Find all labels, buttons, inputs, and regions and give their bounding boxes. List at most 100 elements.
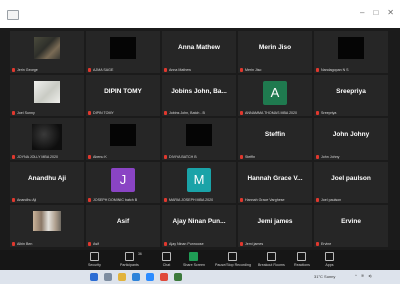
chrome-icon[interactable] bbox=[160, 273, 168, 281]
participant-label-text: Jerin George bbox=[17, 67, 38, 72]
participant-tile[interactable]: John Johny John Johny bbox=[314, 118, 388, 160]
participant-name-label: Ajay Ninan Punnoose bbox=[164, 241, 204, 246]
participant-label-text: DIVIYA BATCH B bbox=[169, 154, 197, 159]
windows-taskbar: 31°C Sunny ^ ≋ ◂) bbox=[0, 270, 400, 284]
muted-mic-icon bbox=[12, 111, 15, 116]
file-explorer-icon[interactable] bbox=[118, 273, 126, 281]
participant-tile[interactable]: Ajay Ninan Pun... Ajay Ninan Punnoose bbox=[162, 205, 236, 247]
participant-display-name: Ajay Ninan Pun... bbox=[172, 218, 226, 226]
apps-button[interactable]: Apps bbox=[325, 252, 334, 267]
participant-tile[interactable]: Joel paulson Joel paulson bbox=[314, 161, 388, 204]
participant-tile[interactable]: Hannah Grace V... Hannah Grace Varghese bbox=[238, 161, 312, 204]
excel-icon[interactable] bbox=[174, 273, 182, 281]
participants-button[interactable]: Participants bbox=[120, 252, 139, 267]
participant-tile[interactable]: Anna Mathew Anna Mathew bbox=[162, 31, 236, 73]
pause-recording-button[interactable]: Pause/Stop Recording bbox=[215, 252, 251, 267]
minimize-icon[interactable]: – bbox=[360, 8, 364, 18]
participant-tile[interactable]: JOYNA JOLLY MBA 2020 bbox=[10, 118, 84, 160]
participant-tile[interactable]: AJMA SAGE bbox=[86, 31, 160, 73]
meeting-toolbar: Security Participants 36 Chat Share Scre… bbox=[0, 250, 400, 270]
participant-tile[interactable]: DIVIYA BATCH B bbox=[162, 118, 236, 160]
participant-name-label: JOYNA JOLLY MBA 2020 bbox=[12, 154, 58, 159]
participant-grid: Jerin George AJMA SAGE Anna Mathew Anna Mat… bbox=[10, 31, 388, 247]
participant-video bbox=[32, 124, 62, 151]
apps-label: Apps bbox=[325, 263, 334, 267]
participant-video bbox=[34, 80, 60, 103]
muted-mic-icon bbox=[164, 198, 167, 203]
participant-tile[interactable]: J JOSEPH DOMINIC batch B bbox=[86, 161, 160, 204]
participant-display-name: Ervine bbox=[341, 218, 361, 226]
participant-tile[interactable]: Albin Ben bbox=[10, 205, 84, 247]
muted-mic-icon bbox=[88, 154, 91, 159]
share-screen-label: Share Screen bbox=[183, 263, 205, 267]
participant-tile[interactable]: Anandhu Aji Anandhu Aji bbox=[10, 161, 84, 204]
share-screen-button[interactable]: Share Screen bbox=[183, 252, 205, 267]
muted-mic-icon bbox=[164, 154, 167, 159]
participant-tile[interactable]: Steffin Steffin bbox=[238, 118, 312, 160]
edge-browser-icon[interactable] bbox=[132, 273, 140, 281]
participant-display-name: Hannah Grace V... bbox=[247, 174, 303, 182]
view-options-icon[interactable] bbox=[7, 10, 19, 20]
muted-mic-icon bbox=[316, 111, 319, 116]
participant-tile[interactable]: Ervine Ervine bbox=[314, 205, 388, 247]
taskbar-app-icons bbox=[90, 273, 182, 281]
participant-name-label: Asif bbox=[88, 241, 99, 246]
participant-display-name: DIPIN TOMY bbox=[104, 87, 142, 95]
participant-display-name: Merin Jiso bbox=[258, 44, 292, 51]
participant-video bbox=[186, 124, 212, 147]
participant-label-text: Nandagopan N S bbox=[321, 67, 349, 72]
participant-tile[interactable]: Abenu K bbox=[86, 118, 160, 160]
muted-mic-icon bbox=[12, 241, 15, 246]
participant-tile[interactable]: Nandagopan N S bbox=[314, 31, 388, 73]
participant-tile[interactable]: M MARIA JOSEPH MBA 2020 bbox=[162, 161, 236, 204]
participant-display-name: Anna Mathew bbox=[178, 44, 220, 51]
participant-label-text: Jemi james bbox=[245, 241, 264, 246]
muted-mic-icon bbox=[316, 67, 319, 72]
participant-label-text: MARIA JOSEPH MBA 2020 bbox=[169, 198, 214, 203]
weather-widget[interactable]: 31°C Sunny bbox=[314, 274, 335, 279]
chevron-up-icon[interactable]: ^ bbox=[355, 273, 357, 278]
breakout-rooms-button[interactable]: Breakout Rooms bbox=[258, 252, 285, 267]
zoom-app-icon[interactable] bbox=[146, 273, 154, 281]
participant-display-name: Steffin bbox=[264, 131, 286, 139]
participant-name-label: Merin Jiso bbox=[240, 67, 261, 72]
participant-name-label: Joel Sunny bbox=[12, 111, 35, 116]
participant-name-label: John Johny bbox=[316, 154, 339, 159]
muted-mic-icon bbox=[240, 198, 243, 203]
close-icon[interactable]: ✕ bbox=[387, 8, 394, 18]
muted-mic-icon bbox=[88, 67, 91, 72]
reactions-button[interactable]: Reactions bbox=[294, 252, 310, 267]
participant-tile[interactable]: Merin Jiso Merin Jiso bbox=[238, 31, 312, 73]
participant-label-text: Hannah Grace Varghese bbox=[245, 198, 285, 203]
participant-name-label: Hannah Grace Varghese bbox=[240, 198, 285, 203]
chat-button[interactable]: Chat bbox=[162, 252, 171, 267]
windows-start-icon[interactable] bbox=[90, 273, 98, 281]
participant-tile[interactable]: Jerin George bbox=[10, 31, 84, 73]
muted-mic-icon bbox=[240, 154, 243, 159]
participant-tile[interactable]: Jobins John, Ba... Jobins John, Batch - B bbox=[162, 74, 236, 117]
participant-tile[interactable]: Joel Sunny bbox=[10, 74, 84, 117]
participant-label-text: Jobins John, Batch - B bbox=[169, 111, 205, 116]
speaker-icon[interactable]: ◂) bbox=[368, 273, 371, 278]
search-icon[interactable] bbox=[104, 273, 112, 281]
maximize-icon[interactable]: □ bbox=[373, 8, 378, 18]
muted-mic-icon bbox=[240, 67, 243, 72]
participant-tile[interactable]: DIPIN TOMY DIPIN TOMY bbox=[86, 74, 160, 117]
participant-name-label: DIPIN TOMY bbox=[88, 111, 114, 116]
participants-label: Participants bbox=[120, 263, 139, 267]
participant-video bbox=[34, 37, 60, 59]
breakout-rooms-label: Breakout Rooms bbox=[258, 263, 285, 267]
participant-name-label: AJMA SAGE bbox=[88, 67, 114, 72]
muted-mic-icon bbox=[164, 241, 167, 246]
participant-name-label: Nandagopan N S bbox=[316, 67, 349, 72]
wifi-icon[interactable]: ≋ bbox=[361, 273, 364, 278]
participant-label-text: AJMA SAGE bbox=[93, 67, 114, 72]
muted-mic-icon bbox=[12, 154, 15, 159]
participant-tile[interactable]: Sreepriya Sreepriya bbox=[314, 74, 388, 117]
participant-tile[interactable]: Asif Asif bbox=[86, 205, 160, 247]
security-button[interactable]: Security bbox=[88, 252, 101, 267]
participant-avatar: A bbox=[263, 80, 287, 105]
participant-tile[interactable]: Jemi james Jemi james bbox=[238, 205, 312, 247]
participant-tile[interactable]: A ANNAMMA THOMAS MBA 2020 bbox=[238, 74, 312, 117]
participant-label-text: Ajay Ninan Punnoose bbox=[169, 241, 204, 246]
